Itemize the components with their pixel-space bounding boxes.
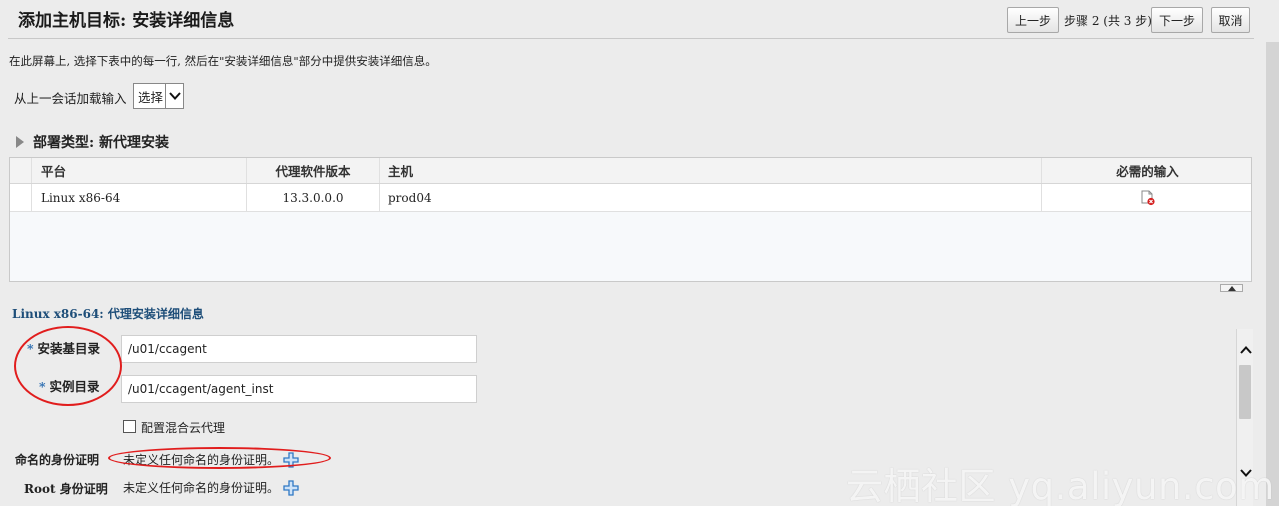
install-details-title: Linux x86-64: 代理安装详细信息 bbox=[12, 307, 204, 321]
cell-host: prod04 bbox=[380, 184, 1042, 211]
named-credential-row: 未定义任何命名的身份证明。 bbox=[123, 451, 299, 468]
required-mark: * bbox=[27, 341, 34, 356]
load-session-select[interactable]: 选择 bbox=[133, 83, 184, 109]
named-credential-label: 命名的身份证明 bbox=[15, 453, 100, 467]
previous-button[interactable]: 上一步 bbox=[1007, 7, 1059, 33]
root-credential-label: Root 身份证明 bbox=[24, 482, 108, 496]
next-button[interactable]: 下一步 bbox=[1151, 7, 1203, 33]
deployment-type-title: 部署类型: 新代理安装 bbox=[33, 135, 170, 151]
named-credential-text: 未定义任何命名的身份证明。 bbox=[123, 453, 280, 467]
column-header-required-input[interactable]: 必需的输入 bbox=[1042, 158, 1253, 183]
table-header-selector bbox=[10, 158, 32, 183]
hybrid-cloud-checkbox[interactable] bbox=[123, 420, 136, 433]
chevron-down-icon[interactable] bbox=[165, 84, 183, 108]
page-title: 添加主机目标: 安装详细信息 bbox=[18, 11, 235, 31]
root-credential-row: 未定义任何命名的身份证明。 bbox=[123, 479, 299, 496]
instance-dir-label: * 实例目录 bbox=[39, 376, 100, 395]
instance-dir-label-text: 实例目录 bbox=[49, 379, 100, 394]
window-edge bbox=[1266, 42, 1279, 506]
deployment-type-header[interactable]: 部署类型: 新代理安装 bbox=[16, 132, 169, 152]
scroll-up-icon[interactable] bbox=[1238, 342, 1253, 358]
base-dir-label-text: 安装基目录 bbox=[37, 341, 101, 356]
cancel-button[interactable]: 取消 bbox=[1211, 7, 1250, 33]
install-base-dir-input[interactable]: /u01/ccagent bbox=[121, 335, 477, 363]
table-header-row: 平台 代理软件版本 主机 必需的输入 bbox=[10, 158, 1251, 184]
header-divider bbox=[8, 38, 1254, 39]
cell-required-input bbox=[1042, 184, 1253, 211]
scrollbar-thumb[interactable] bbox=[1239, 365, 1251, 419]
hybrid-cloud-label: 配置混合云代理 bbox=[141, 421, 226, 435]
table-row[interactable]: Linux x86-64 13.3.0.0.0 prod04 bbox=[10, 184, 1251, 212]
expand-triangle-icon[interactable] bbox=[16, 136, 24, 148]
error-document-icon[interactable] bbox=[1140, 190, 1156, 206]
collapse-table-button[interactable] bbox=[1220, 284, 1243, 292]
cell-platform: Linux x86-64 bbox=[32, 184, 247, 211]
column-header-version[interactable]: 代理软件版本 bbox=[247, 158, 380, 183]
column-header-host[interactable]: 主机 bbox=[380, 158, 1042, 183]
add-root-credential-icon[interactable] bbox=[283, 479, 299, 496]
step-indicator: 步骤 2 (共 3 步) bbox=[1064, 14, 1152, 28]
load-session-select-value: 选择 bbox=[138, 89, 164, 105]
row-selector[interactable] bbox=[10, 184, 32, 211]
instance-dir-input[interactable]: /u01/ccagent/agent_inst bbox=[121, 375, 477, 403]
scroll-down-icon[interactable] bbox=[1238, 465, 1253, 481]
column-header-platform[interactable]: 平台 bbox=[32, 158, 247, 183]
base-dir-label: * 安装基目录 bbox=[27, 338, 100, 357]
cell-version: 13.3.0.0.0 bbox=[247, 184, 380, 211]
details-scrollbar[interactable] bbox=[1236, 329, 1253, 506]
watermark-text: 云栖社区 yq.aliyun.com bbox=[846, 465, 1275, 506]
add-credential-icon[interactable] bbox=[283, 451, 299, 468]
required-mark: * bbox=[39, 379, 46, 394]
root-credential-text: 未定义任何命名的身份证明。 bbox=[123, 481, 280, 495]
hosts-table: 平台 代理软件版本 主机 必需的输入 Linux x86-64 13.3.0.0… bbox=[9, 157, 1252, 282]
load-session-label: 从上一会话加载输入 bbox=[14, 91, 127, 106]
instructions-text: 在此屏幕上, 选择下表中的每一行, 然后在"安装详细信息"部分中提供安装详细信息… bbox=[9, 54, 437, 68]
